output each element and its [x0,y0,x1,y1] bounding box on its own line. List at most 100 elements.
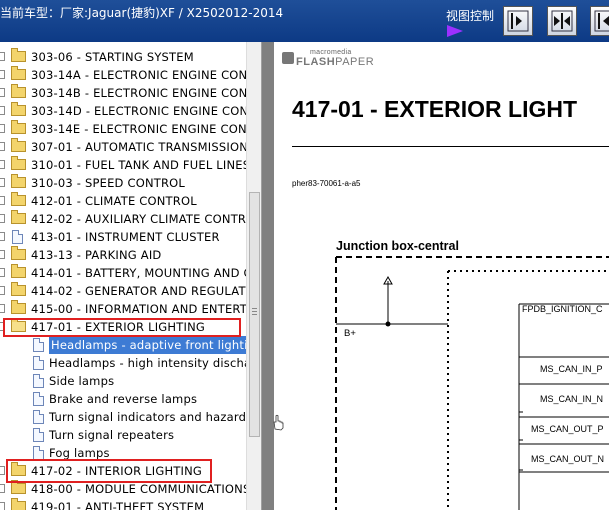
tree-folder-item[interactable]: 310-01 - FUEL TANK AND FUEL LINES [0,156,250,174]
tree-folder-item[interactable]: 303-14D - ELECTRONIC ENGINE CON [0,102,248,120]
tree-expander-icon[interactable] [0,160,5,169]
folder-icon [11,210,26,224]
tree-item-label: Headlamps - high intensity dischar [49,356,257,370]
tree-item-label: 307-01 - AUTOMATIC TRANSMISSION [31,140,249,154]
tree-expander-icon[interactable] [0,70,5,79]
junction-dot [385,321,391,327]
tree-expander-icon[interactable] [0,466,5,475]
tree-expander-icon[interactable] [0,232,5,241]
tree-folder-item[interactable]: 303-14A - ELECTRONIC ENGINE CON [0,66,248,84]
split-view-button[interactable] [547,6,577,36]
title-rule [292,146,609,147]
signal-label: MS_CAN_OUT_N [531,454,604,464]
tree-document-item[interactable]: 413-01 - INSTRUMENT CLUSTER [0,228,246,246]
highlight-box-interior-lighting [6,459,212,483]
tree-folder-item[interactable]: 310-03 - SPEED CONTROL [0,174,246,192]
view-control-arrow-icon [447,25,463,37]
tree-folder-item[interactable]: 419-01 - ANTI-THEFT SYSTEM [0,498,246,510]
folder-icon [11,48,26,62]
tree-folder-item[interactable]: 413-13 - PARKING AID [0,246,246,264]
tree-item-label: 414-02 - GENERATOR AND REGULATO [31,284,255,298]
tree-item-label: 310-03 - SPEED CONTROL [31,176,186,190]
document-viewer[interactable]: macromedia FLASHPAPER 417-01 - EXTERIOR … [262,42,609,510]
tree-expander-icon[interactable] [0,196,5,205]
tree-expander-icon[interactable] [0,286,5,295]
signal-label: MS_CAN_OUT_P [531,424,604,434]
tree-item-label: 414-01 - BATTERY, MOUNTING AND C [31,266,252,280]
separator-marks [519,411,523,471]
tree-expander-icon[interactable] [0,124,5,133]
title-bar: 当前车型：厂家:Jaguar(捷豹)XF / X2502012-2014 视图控… [0,0,609,42]
tree-expander-icon[interactable] [0,214,5,223]
document-reference: pher83-70061-a-a5 [292,179,361,188]
tree-document-item[interactable]: Headlamps - adaptive front lighting [0,336,261,354]
tree-expander-icon[interactable] [0,304,5,313]
tree-expander-icon[interactable] [0,52,5,61]
tree-item-label: Turn signal indicators and hazard f [49,410,255,424]
tree-item-label: 303-06 - STARTING SYSTEM [31,50,194,64]
tree-expander-icon[interactable] [0,268,5,277]
tree-document-item[interactable]: Turn signal repeaters [0,426,246,444]
flashpaper-logo-icon [282,52,294,64]
tree-folder-item[interactable]: 415-00 - INFORMATION AND ENTERTA [0,300,254,318]
logo-bold: FLASH [296,56,336,68]
tree-folder-item[interactable]: 414-01 - BATTERY, MOUNTING AND C [0,264,252,282]
folder-icon [11,84,26,98]
logo-vendor: macromedia [310,49,352,56]
tree-folder-item[interactable]: 412-01 - CLIMATE CONTROL [0,192,246,210]
split-icon [551,10,573,32]
tree-expander-icon[interactable] [0,178,5,187]
tree-folder-item[interactable]: 412-02 - AUXILIARY CLIMATE CONTR [0,210,246,228]
tree-expander-icon[interactable] [0,88,5,97]
tree-item-label: Turn signal repeaters [49,428,175,442]
folder-icon [11,480,26,494]
tree-scroll-thumb[interactable] [249,192,260,437]
tree-expander-icon[interactable] [0,502,5,510]
signal-label: MS_CAN_IN_N [540,394,603,404]
document-page: macromedia FLASHPAPER 417-01 - EXTERIOR … [274,42,609,510]
tree-item-label: 310-01 - FUEL TANK AND FUEL LINES [31,158,251,172]
tree-folder-item[interactable]: 303-06 - STARTING SYSTEM [0,48,246,66]
wiring-diagram: Junction box-central B+ FPDB_IGNITION_C … [335,239,609,510]
tree-item-label: Headlamps - adaptive front lighting [49,336,261,354]
panel-right-icon [594,10,609,32]
highlight-box-exterior-lighting [3,318,241,337]
folder-icon [11,282,26,296]
tree-expander-icon[interactable] [0,106,5,115]
tree-folder-item[interactable]: 414-02 - GENERATOR AND REGULATO [0,282,255,300]
tree-document-item[interactable]: Turn signal indicators and hazard f [0,408,254,426]
tree-expander-icon[interactable] [0,142,5,151]
document-icon [33,410,44,424]
tree-item-label: 413-13 - PARKING AID [31,248,162,262]
tree-item-label: 419-01 - ANTI-THEFT SYSTEM [31,500,205,510]
tree-document-item[interactable]: Headlamps - high intensity dischar [0,354,256,372]
tree-folder-item[interactable]: 303-14B - ELECTRONIC ENGINE CON [0,84,248,102]
bplus-label: B+ [344,328,356,339]
tree-item-label: 412-01 - CLIMATE CONTROL [31,194,197,208]
collapse-left-button[interactable] [503,6,533,36]
logo-thin: PAPER [335,56,375,68]
folder-icon [11,264,26,278]
folder-icon [11,192,26,206]
folder-icon [11,174,26,188]
folder-icon [11,120,26,134]
tree-item-label: 303-14A - ELECTRONIC ENGINE CON [31,68,248,82]
section-tree[interactable]: 303-06 - STARTING SYSTEM 303-14A - ELECTR… [0,42,262,510]
junction-box-label: Junction box-central [336,239,459,253]
tree-expander-icon[interactable] [0,484,5,493]
tree-folder-item[interactable]: 303-14E - ELECTRONIC ENGINE CON [0,120,247,138]
tree-expander-icon[interactable] [0,250,5,259]
folder-icon [11,138,26,152]
tree-document-item[interactable]: Brake and reverse lamps [0,390,246,408]
tree-item-label: 412-02 - AUXILIARY CLIMATE CONTR [31,212,247,226]
tree-scrollbar[interactable] [246,42,261,510]
tree-document-item[interactable]: Side lamps [0,372,246,390]
tree-item-label: 303-14B - ELECTRONIC ENGINE CON [31,86,248,100]
document-icon [33,356,44,370]
tree-folder-item[interactable]: 307-01 - AUTOMATIC TRANSMISSION [0,138,249,156]
view-control-label: 视图控制 [446,9,495,23]
expand-right-button[interactable] [590,6,609,36]
document-icon [33,428,44,442]
document-title: 417-01 - EXTERIOR LIGHT [292,96,578,122]
folder-icon [11,498,26,510]
